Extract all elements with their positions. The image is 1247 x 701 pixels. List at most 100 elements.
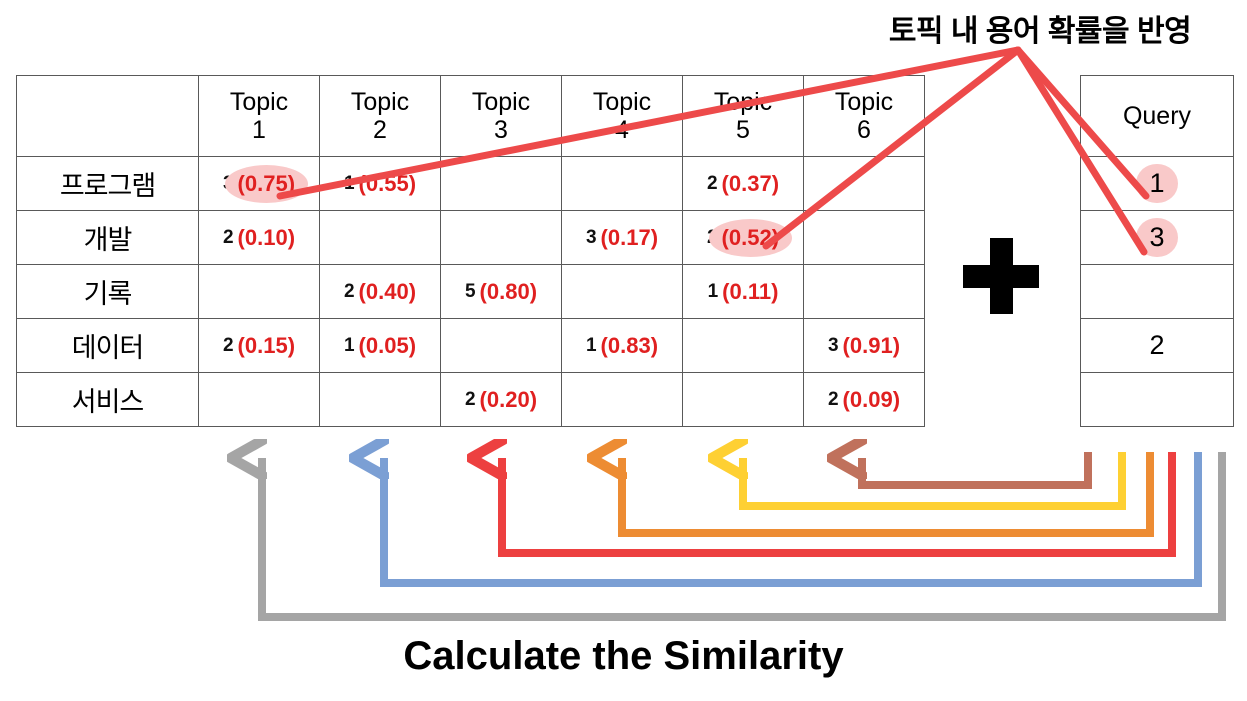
matrix-cell-content — [320, 373, 440, 426]
matrix-cell-content: 3 (0.91) — [804, 319, 924, 372]
topic-header-label: Topic — [713, 87, 773, 116]
matrix-cell-content: 2 (0.40) — [320, 265, 440, 318]
matrix-cell: 1 (0.83) — [561, 318, 683, 373]
matrix-cell-content: 2 (0.10) — [199, 211, 319, 264]
matrix-cell-content: 5 (0.80) — [441, 265, 561, 318]
term-frequency-value: 2 — [827, 388, 839, 410]
diagram-canvas: 토픽 내 용어 확률을 반영 Topic 1 Topic 2 Topic 3 Topic 4 T… — [0, 0, 1247, 701]
matrix-cell — [803, 264, 925, 319]
term-frequency-value: 1 — [707, 280, 719, 302]
topic-header-index: 1 — [252, 116, 266, 144]
matrix-cell-content — [199, 265, 319, 318]
matrix-cell-content: 3 (0.75) — [199, 157, 319, 210]
matrix-cell — [440, 210, 562, 265]
matrix-cell — [682, 318, 804, 373]
topic-header-3: Topic 3 — [440, 75, 562, 157]
topic-header-index: 3 — [494, 116, 508, 144]
matrix-cell: 5 (0.80) — [440, 264, 562, 319]
topic-header-index: 5 — [736, 116, 750, 144]
bottom-caption-text: Calculate the Similarity — [403, 634, 844, 678]
topic-header-5: Topic 5 — [682, 75, 804, 157]
term-probability-value: (0.55) — [358, 170, 417, 196]
query-table: Query 1 3 2 — [1080, 75, 1234, 427]
matrix-cell — [198, 372, 320, 427]
term-probability-value: (0.52) — [708, 218, 793, 257]
query-row: 3 — [1080, 210, 1234, 265]
term-frequency-value: 1 — [585, 334, 597, 356]
topic-3-similarity-connector — [502, 452, 1176, 557]
matrix-cell: 1 (0.55) — [319, 156, 441, 211]
term-frequency-value: 3 — [585, 226, 597, 248]
term-frequency-value: 1 — [343, 172, 355, 194]
query-cell: 2 — [1080, 318, 1234, 373]
matrix-cell-content — [562, 157, 682, 210]
matrix-cell — [803, 156, 925, 211]
matrix-cell-content — [562, 373, 682, 426]
matrix-cell-content: 1 (0.11) — [683, 265, 803, 318]
topic-header-label: Topic — [229, 87, 289, 116]
topic-2-similarity-connector — [384, 452, 1202, 587]
query-cell: 3 — [1080, 210, 1234, 265]
term-probability-value: (0.05) — [358, 332, 417, 358]
matrix-cell-content: 1 (0.55) — [320, 157, 440, 210]
query-term-count: 3 — [1136, 218, 1178, 257]
topic-header-index: 4 — [615, 116, 629, 144]
term-label-cell: 서비스 — [16, 372, 199, 427]
matrix-cell-content: 3 (0.17) — [562, 211, 682, 264]
query-row — [1080, 372, 1234, 427]
matrix-cell: 1 (0.05) — [319, 318, 441, 373]
matrix-cell — [319, 372, 441, 427]
matrix-cell-content: 2 (0.09) — [804, 373, 924, 426]
matrix-cell-content: 2 (0.15) — [199, 319, 319, 372]
topic-4-similarity-connector — [622, 452, 1154, 537]
matrix-cell — [198, 264, 320, 319]
matrix-cell-content — [199, 373, 319, 426]
matrix-cell — [682, 372, 804, 427]
matrix-cell: 3 (0.17) — [561, 210, 683, 265]
matrix-row: 서비스 2 (0.20) 2 (0.09) — [16, 372, 925, 427]
term-label-cell: 프로그램 — [16, 156, 199, 211]
query-cell — [1080, 264, 1234, 319]
matrix-header-row: Topic 1 Topic 2 Topic 3 Topic 4 Topic 5 Topic 6 — [16, 75, 925, 157]
matrix-cell-content: 2 (0.37) — [683, 157, 803, 210]
term-frequency-value: 2 — [464, 388, 476, 410]
matrix-cell — [319, 210, 441, 265]
term-frequency-value: 2 — [343, 280, 355, 302]
matrix-cell-content: 2 (0.52) — [683, 211, 803, 264]
matrix-cell-content — [441, 157, 561, 210]
matrix-cell — [440, 156, 562, 211]
matrix-cell: 2 (0.10) — [198, 210, 320, 265]
term-frequency-value: 2 — [706, 172, 718, 194]
term-label-cell: 개발 — [16, 210, 199, 265]
matrix-corner-cell — [16, 75, 199, 157]
matrix-cell-content: 2 (0.20) — [441, 373, 561, 426]
matrix-cell-content — [804, 157, 924, 210]
term-probability-value: (0.40) — [358, 278, 417, 304]
topic-term-matrix-table: Topic 1 Topic 2 Topic 3 Topic 4 Topic 5 Topic 6 프로그램… — [16, 75, 925, 427]
matrix-cell — [561, 156, 683, 211]
matrix-cell-content — [441, 319, 561, 372]
term-probability-value: (0.17) — [600, 224, 659, 250]
term-frequency-value: 2 — [222, 226, 234, 248]
matrix-cell: 2 (0.09) — [803, 372, 925, 427]
term-probability-value: (0.20) — [479, 386, 538, 412]
matrix-cell: 2 (0.40) — [319, 264, 441, 319]
matrix-cell-content — [683, 319, 803, 372]
topic-header-2: Topic 2 — [319, 75, 441, 157]
term-label-cell: 기록 — [16, 264, 199, 319]
term-frequency-value: 5 — [464, 280, 476, 302]
matrix-cell-content — [320, 211, 440, 264]
matrix-cell: 2 (0.52) — [682, 210, 804, 265]
topic-5-similarity-connector — [743, 452, 1126, 510]
matrix-cell — [561, 372, 683, 427]
query-header-row: Query — [1080, 75, 1234, 157]
topic-header-label: Topic — [592, 87, 652, 116]
term-frequency-value: 2 — [222, 334, 234, 356]
query-cell — [1080, 372, 1234, 427]
query-header-cell: Query — [1080, 75, 1234, 157]
term-probability-value: (0.80) — [479, 278, 538, 304]
topic-header-label: Topic — [834, 87, 894, 116]
matrix-cell: 1 (0.11) — [682, 264, 804, 319]
term-probability-value: (0.15) — [237, 332, 296, 358]
matrix-cell — [561, 264, 683, 319]
